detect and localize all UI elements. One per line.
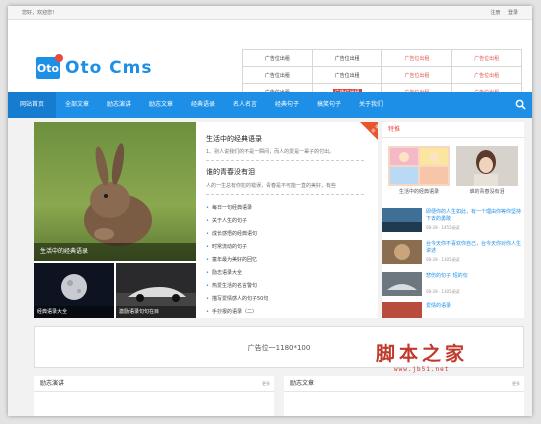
browser-page: 您好，欢迎您！ 注册 登录 Oto Oto Cms 广告位出租 广告位出租 广告… (8, 6, 532, 416)
site-watermark: 脚本之家 www.jb51.net (376, 339, 526, 394)
featured-caption: 生活中的经典语录 (34, 243, 196, 261)
article-title: 爱情的语录 (426, 303, 452, 309)
ad-slot[interactable]: 广告位出租 (242, 66, 313, 84)
logo-mark-text: Oto (36, 61, 60, 75)
sidebar-image-caption[interactable]: 生活中的经典语录 (388, 188, 450, 195)
sidebar-image-cartoon[interactable] (388, 146, 450, 186)
list-item[interactable]: 手抄报的语录（二） (206, 306, 268, 318)
panel-title: 励志演讲 (40, 380, 65, 387)
list-item[interactable]: 描写爱情感人的句子50句 (206, 293, 268, 306)
search-icon[interactable] (515, 99, 526, 110)
recommend-ribbon: 推荐 (360, 122, 378, 140)
list-item[interactable]: 励志语录大全 (206, 267, 268, 280)
nav-speeches[interactable]: 励志演讲 (98, 92, 140, 118)
headline-link[interactable]: 谁的青春没有泪 (206, 167, 255, 177)
nav-all-articles[interactable]: 全部文章 (56, 92, 98, 118)
featured-section: 生活中的经典语录 经典语录大全 激励语录句句在目 推荐 生活中的经典语录 1、别… (34, 122, 378, 318)
ad-slot[interactable]: 广告位出租 (381, 66, 453, 84)
list-item[interactable]: 时常流动的句子 (206, 241, 268, 254)
account-links: 注册 登录 (484, 6, 518, 20)
headline-summary: 人的一生总有你犯的错误，青春是不可能一直的美好，有些 (206, 183, 337, 189)
nav-funny-sentences[interactable]: 搞笑句子 (308, 92, 350, 118)
article-thumb (382, 272, 422, 296)
ad-slot[interactable]: 广告位出租 (242, 49, 313, 67)
watermark-url: www.jb51.net (394, 366, 450, 373)
register-link[interactable]: 注册 (490, 10, 500, 16)
panel-speeches: 励志演讲 更多 (34, 376, 274, 416)
nav-classic-quotes[interactable]: 经典语录 (182, 92, 224, 118)
divider (206, 194, 364, 195)
rabbit-photo (34, 122, 196, 261)
ad-slot[interactable]: 广告位出租 (451, 49, 522, 67)
logo-text: Oto Cms (65, 58, 153, 78)
article-list: 每日一句经典语录 关于人生的句子 成长感悟的经典语句 时常流动的句子 童年最为美… (206, 202, 268, 318)
nav-about-us[interactable]: 关于我们 (350, 92, 392, 118)
article-title: 悲伤的句子 短的句 (426, 273, 468, 279)
nav-home[interactable]: 网站首页 (8, 92, 56, 118)
list-item[interactable]: 每日一句经典语录 (206, 202, 268, 215)
article-thumb (382, 208, 422, 232)
thumb-caption: 激励语录句句在目 (116, 306, 196, 318)
nav-famous-quotes[interactable]: 名人名言 (224, 92, 266, 118)
featured-image[interactable]: 生活中的经典语录 (34, 122, 196, 261)
site-logo[interactable]: Oto Oto Cms (36, 54, 153, 80)
login-link[interactable]: 登录 (508, 10, 518, 16)
news-column: 推荐 生活中的经典语录 1、别人说我们的不是一瞬间，而人的爱是一辈子的付出。 谁… (204, 122, 378, 318)
nav-classic-sentences[interactable]: 经典句子 (266, 92, 308, 118)
headline-summary: 1、别人说我们的不是一瞬间，而人的爱是一辈子的付出。 (206, 149, 335, 155)
top-bar: 您好，欢迎您！ 注册 登录 (8, 6, 532, 20)
article-thumb (382, 240, 422, 264)
headline-link[interactable]: 生活中的经典语录 (206, 134, 262, 144)
sidebar-article[interactable]: 即便你的人生如此，有一个理由你等你坚持下去的勇敢 08-28 · 1455阅读 (382, 208, 524, 236)
article-thumb (382, 302, 422, 318)
thumb-car[interactable]: 激励语录句句在目 (116, 263, 196, 318)
site-header: Oto Oto Cms 广告位出租 广告位出租 广告位出租 广告位出租 广告位出… (8, 20, 532, 101)
ad-slot[interactable]: 广告位出租 (451, 66, 522, 84)
thumb-moon[interactable]: 经典语录大全 (34, 263, 114, 318)
main-nav: 网站首页 全部文章 励志演讲 励志文章 经典语录 名人名言 经典句子 搞笑句子 … (8, 92, 532, 118)
sidebar-title: 特推 (382, 122, 524, 138)
sidebar-article[interactable]: 台今天你不喜欢你自己，台今天你对你人生讲述 08-28 · 1305阅读 (382, 240, 524, 268)
welcome-text: 您好，欢迎您！ (22, 10, 58, 16)
sidebar-image-portrait[interactable] (456, 146, 518, 186)
sidebar-article[interactable]: 悲伤的句子 短的句 08-28 · 1305阅读 (382, 272, 524, 300)
sidebar-featured: 特推 生活中的经典语录 谁的青春没有泪 即便你的人生如此，有一个理由你等你坚持下… (382, 122, 524, 318)
sidebar-top-images: 生活中的经典语录 谁的青春没有泪 (388, 146, 524, 196)
article-title: 台今天你不喜欢你自己，台今天你对你人生讲述 (426, 241, 522, 254)
panel-title: 励志文章 (290, 380, 315, 387)
divider (206, 160, 364, 161)
logo-dot (55, 54, 63, 62)
more-link[interactable]: 更多 (262, 376, 270, 392)
list-item[interactable]: 热爱生活的名言警句 (206, 280, 268, 293)
ad-slot[interactable]: 广告位出租 (381, 49, 453, 67)
article-meta: 08-28 · 1305阅读 (426, 289, 460, 294)
watermark-title: 脚本之家 (376, 343, 469, 365)
ad-slot[interactable]: 广告位出租 (311, 49, 383, 67)
article-title: 即便你的人生如此，有一个理由你等你坚持下去的勇敢 (426, 209, 522, 222)
ad-slot[interactable]: 广告位出租 (311, 66, 383, 84)
logo-mark: Oto (36, 54, 63, 79)
nav-inspiring-articles[interactable]: 励志文章 (140, 92, 182, 118)
article-meta: 08-28 · 1305阅读 (426, 257, 460, 262)
panel-header: 励志演讲 更多 (34, 376, 274, 392)
sidebar-article[interactable]: 爱情的语录 (382, 302, 524, 318)
ribbon-label: 推荐 (370, 123, 378, 134)
list-item[interactable]: 童年最为美好的回忆 (206, 254, 268, 267)
sidebar-image-caption[interactable]: 谁的青春没有泪 (456, 188, 518, 195)
list-item[interactable]: 关于人生的句子 (206, 215, 268, 228)
list-item[interactable]: 成长感悟的经典语句 (206, 228, 268, 241)
thumb-caption: 经典语录大全 (34, 306, 114, 318)
article-meta: 08-28 · 1455阅读 (426, 225, 460, 230)
